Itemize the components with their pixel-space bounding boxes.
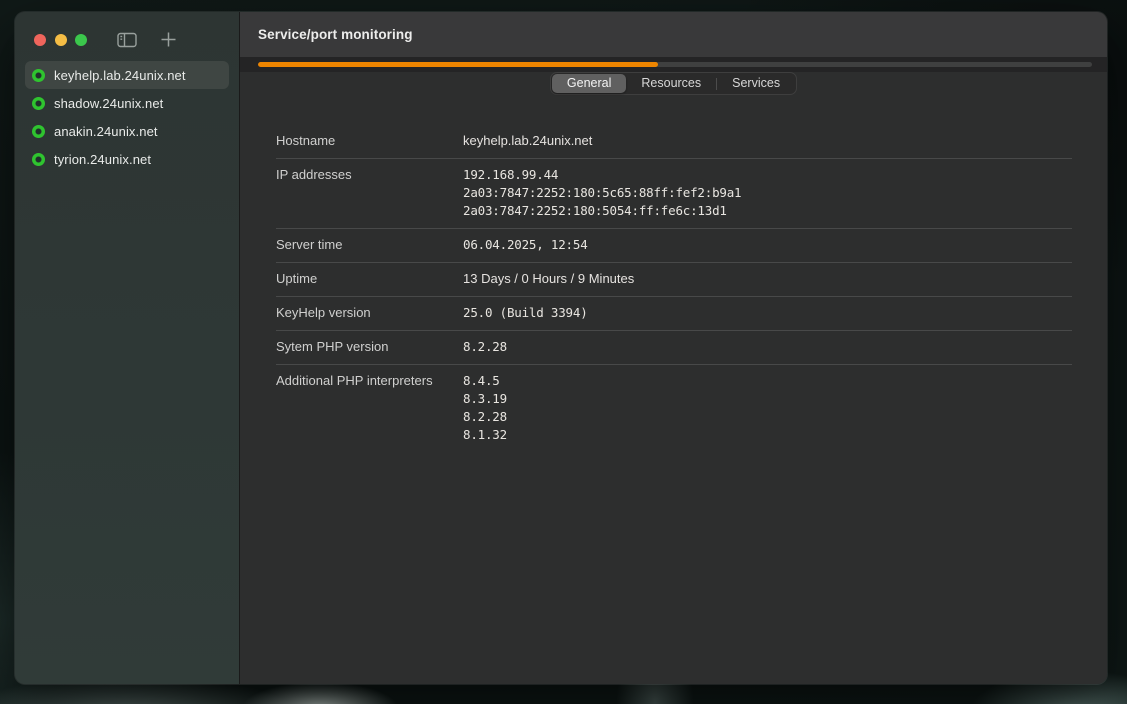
loading-progress-bar	[258, 62, 1092, 67]
online-status-icon	[32, 97, 45, 110]
detail-value: keyhelp.lab.24unix.net	[463, 132, 1072, 150]
sidebar-item-shadow[interactable]: shadow.24unix.net	[25, 89, 229, 117]
detail-label: Additional PHP interpreters	[276, 372, 463, 444]
detail-value: 8.2.28	[463, 338, 1072, 356]
content-area: General Resources Services Hostname keyh…	[240, 72, 1107, 684]
sidebar-item-tyrion[interactable]: tyrion.24unix.net	[25, 145, 229, 173]
detail-value: 8.4.5 8.3.19 8.2.28 8.1.32	[463, 372, 1072, 444]
sidebar-header	[15, 12, 239, 46]
main-panel: Service/port monitoring General Resource…	[240, 12, 1107, 684]
detail-value: 13 Days / 0 Hours / 9 Minutes	[463, 270, 1072, 288]
sidebar-toggle-icon	[117, 32, 137, 48]
sidebar-item-anakin[interactable]: anakin.24unix.net	[25, 117, 229, 145]
sidebar-item-keyhelp[interactable]: keyhelp.lab.24unix.net	[25, 61, 229, 89]
server-name: anakin.24unix.net	[54, 124, 158, 139]
row-hostname: Hostname keyhelp.lab.24unix.net	[276, 125, 1072, 159]
toggle-sidebar-button[interactable]	[117, 32, 137, 48]
minimize-window-button[interactable]	[55, 34, 67, 46]
row-additional-php-interpreters: Additional PHP interpreters 8.4.5 8.3.19…	[276, 365, 1072, 452]
page-title: Service/port monitoring	[258, 27, 413, 42]
row-keyhelp-version: KeyHelp version 25.0 (Build 3394)	[276, 297, 1072, 331]
row-ip-addresses: IP addresses 192.168.99.44 2a03:7847:225…	[276, 159, 1072, 229]
detail-value: 25.0 (Build 3394)	[463, 304, 1072, 322]
server-name: shadow.24unix.net	[54, 96, 163, 111]
php-version: 8.1.32	[463, 426, 1072, 444]
detail-label: Hostname	[276, 132, 463, 150]
online-status-icon	[32, 125, 45, 138]
ip-address: 192.168.99.44	[463, 166, 1072, 184]
server-list: keyhelp.lab.24unix.net shadow.24unix.net…	[15, 61, 239, 173]
php-version: 8.2.28	[463, 408, 1072, 426]
zoom-window-button[interactable]	[75, 34, 87, 46]
php-version: 8.4.5	[463, 372, 1072, 390]
detail-label: IP addresses	[276, 166, 463, 220]
details-table: Hostname keyhelp.lab.24unix.net IP addre…	[276, 125, 1072, 452]
add-server-button[interactable]	[160, 31, 177, 48]
detail-value: 192.168.99.44 2a03:7847:2252:180:5c65:88…	[463, 166, 1072, 220]
ip-address: 2a03:7847:2252:180:5c65:88ff:fef2:b9a1	[463, 184, 1072, 202]
row-uptime: Uptime 13 Days / 0 Hours / 9 Minutes	[276, 263, 1072, 297]
close-window-button[interactable]	[34, 34, 46, 46]
row-server-time: Server time 06.04.2025, 12:54	[276, 229, 1072, 263]
detail-label: Sytem PHP version	[276, 338, 463, 356]
online-status-icon	[32, 153, 45, 166]
loading-progress-fill	[258, 62, 658, 67]
tab-services[interactable]: Services	[717, 74, 795, 93]
plus-icon	[160, 31, 177, 48]
detail-label: Uptime	[276, 270, 463, 288]
window-controls	[34, 34, 87, 46]
titlebar: Service/port monitoring	[240, 12, 1107, 57]
row-system-php-version: Sytem PHP version 8.2.28	[276, 331, 1072, 365]
ip-address: 2a03:7847:2252:180:5054:ff:fe6c:13d1	[463, 202, 1072, 220]
server-name: keyhelp.lab.24unix.net	[54, 68, 186, 83]
tab-bar: General Resources Services	[550, 72, 797, 95]
progress-strip	[240, 57, 1107, 72]
online-status-icon	[32, 69, 45, 82]
tab-general[interactable]: General	[552, 74, 626, 93]
detail-value: 06.04.2025, 12:54	[463, 236, 1072, 254]
sidebar: keyhelp.lab.24unix.net shadow.24unix.net…	[15, 12, 240, 684]
desktop-wallpaper: keyhelp.lab.24unix.net shadow.24unix.net…	[0, 0, 1127, 704]
detail-label: Server time	[276, 236, 463, 254]
app-window: keyhelp.lab.24unix.net shadow.24unix.net…	[15, 12, 1107, 684]
tab-resources[interactable]: Resources	[626, 74, 716, 93]
php-version: 8.3.19	[463, 390, 1072, 408]
server-name: tyrion.24unix.net	[54, 152, 151, 167]
detail-label: KeyHelp version	[276, 304, 463, 322]
